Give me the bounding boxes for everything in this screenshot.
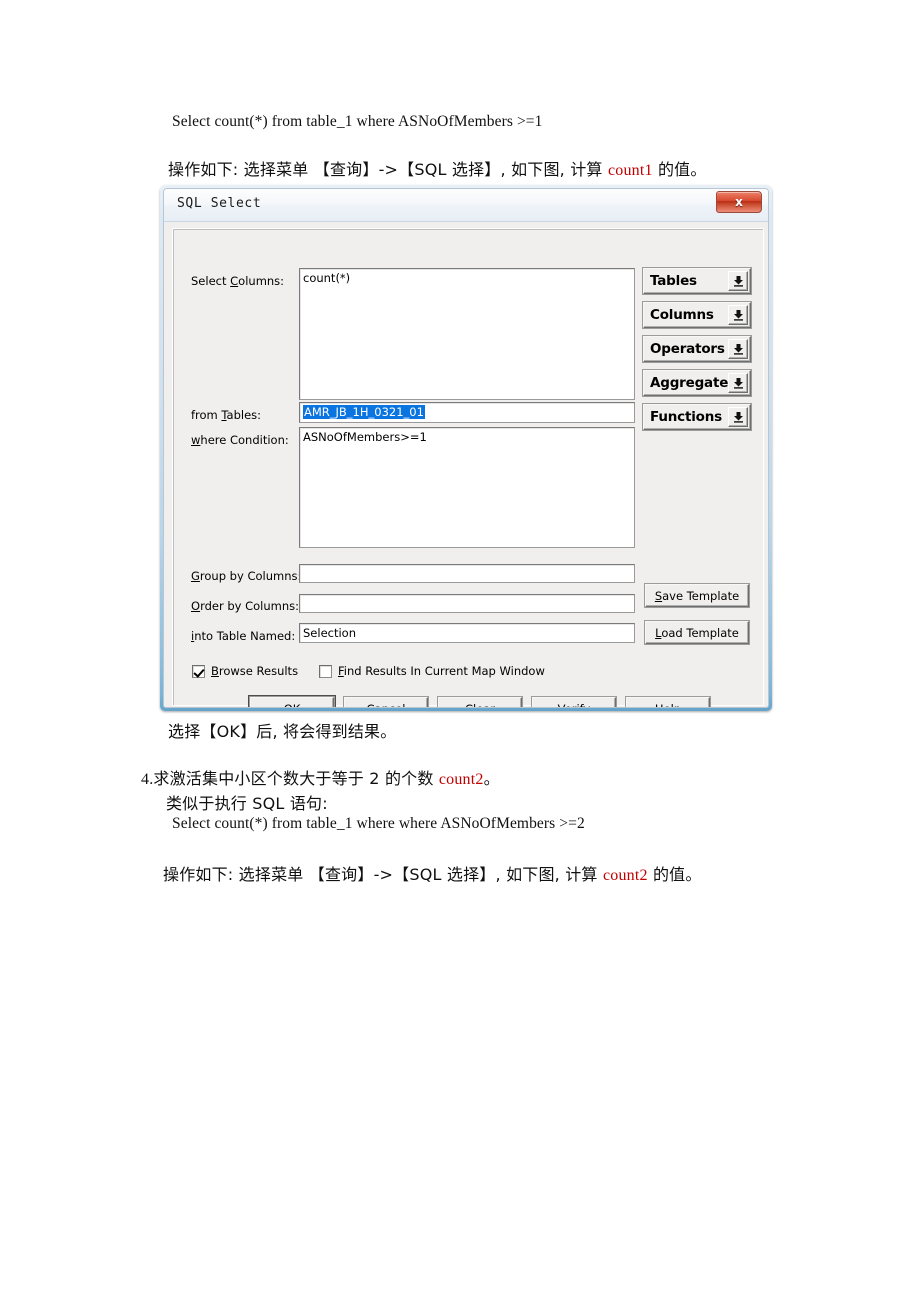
from-tables-label: from Tables: [191,408,261,422]
clear-pre: C [465,702,473,707]
order-by-label: Order by Columns: [191,599,299,613]
dialog-title: SQL Select [177,196,262,211]
chevron-down-icon[interactable] [728,271,748,291]
tables-dropdown-label: Tables [650,273,697,289]
aggregate-dropdown-label: Aggregate [650,375,729,391]
list-item-4: 4.求激活集中小区个数大于等于 2 的个数 count2。 [141,765,500,789]
select-columns-label-pre: Select [191,274,231,288]
into-table-label: into Table Named: [191,629,295,643]
group-by-input[interactable] [299,564,635,583]
chevron-down-icon[interactable] [728,407,748,427]
from-tables-selected-text: AMR_JB_1H_0321_01 [303,405,425,419]
help-button[interactable]: Help [626,697,710,707]
save-template-label: Save Template [655,589,739,603]
operators-dropdown-button[interactable]: Operators [643,336,751,362]
cancel-button[interactable]: Cancel [344,697,428,707]
find-results-checkbox[interactable] [319,664,332,678]
into-table-label-rest: nto Table Named: [194,629,296,643]
after-dialog-text: 选择【OK】后, 将会得到结果。 [168,722,397,741]
group-by-label: Group by Columns: [191,569,301,583]
group-by-label-accel: G [191,569,200,583]
load-template-label: Load Template [655,626,739,640]
where-condition-input[interactable]: ASNoOfMembers>=1 [299,427,635,548]
chevron-down-icon[interactable] [728,373,748,393]
paragraph-1-accent: count1 [607,162,653,179]
browse-results-label: Browse Results [211,664,298,678]
clear-button[interactable]: Clear [438,697,522,707]
aggregate-dropdown-button[interactable]: Aggregate [643,370,751,396]
where-condition-label-rest: here Condition: [200,433,289,447]
ok-button-label: OK [284,702,301,707]
sql-statement-2: Select count(*) from table_1 where where… [172,815,585,832]
from-tables-input[interactable]: AMR_JB_1H_0321_01 [299,402,635,423]
group-by-label-rest: roup by Columns: [199,569,302,583]
find-results-rest: ind Results In Current Map Window [343,664,545,678]
select-columns-label: Select Columns: [191,274,284,288]
find-results-checkbox-row[interactable]: Find Results In Current Map Window [319,664,545,678]
verify-accel: V [558,702,565,707]
load-template-button[interactable]: Load Template [645,621,749,644]
paragraph-1-pre: 操作如下: 选择菜单 【查询】->【SQL 选择】, 如下图, 计算 [168,160,608,179]
list-item-4-accent: count2 [438,771,484,788]
find-results-label: Find Results In Current Map Window [338,664,545,678]
from-tables-label-pre: from [191,408,222,422]
help-accel: H [655,702,664,707]
paragraph-2-post: 的值。 [647,865,702,884]
save-template-rest: ave Template [662,588,740,603]
functions-dropdown-button[interactable]: Functions [643,404,751,430]
into-table-input[interactable]: Selection [299,623,635,643]
browse-results-accel: B [211,664,219,678]
load-template-rest: oad Template [661,625,739,640]
list-item-4-number: 4. [141,771,154,788]
clear-post: ear [476,702,495,707]
cancel-button-label: Cancel [367,702,406,707]
browse-results-rest: rowse Results [218,664,299,678]
dialog-client: Select Columns: count(*) from Tables: AM… [164,222,768,707]
functions-dropdown-label: Functions [650,409,722,425]
operators-dropdown-label: Operators [650,341,725,357]
verify-button-label: Verify [558,702,591,707]
chevron-down-icon[interactable] [728,339,748,359]
clear-button-label: Clear [465,702,495,707]
list-item-4-sub: 类似于执行 SQL 语句: [166,794,328,813]
paragraph-2-accent: count2 [602,867,648,884]
ok-button[interactable]: OK [250,697,334,707]
verify-rest: erify [565,702,591,707]
where-condition-label-accel: w [191,433,201,447]
columns-dropdown-button[interactable]: Columns [643,302,751,328]
columns-dropdown-label: Columns [650,307,714,323]
help-rest: elp [664,702,682,707]
help-button-label: Help [655,702,682,707]
list-item-4-post: 。 [483,769,500,788]
from-tables-label-rest: ables: [226,408,262,422]
save-template-button[interactable]: Save Template [645,584,749,607]
tables-dropdown-button[interactable]: Tables [643,268,751,294]
browse-results-checkbox[interactable] [192,664,205,678]
browse-results-checkbox-row[interactable]: Browse Results [192,664,298,678]
paragraph-1: 操作如下: 选择菜单 【查询】->【SQL 选择】, 如下图, 计算 count… [168,156,707,180]
document-page: Select count(*) from table_1 where ASNoO… [0,0,920,1302]
paragraph-2: 操作如下: 选择菜单 【查询】->【SQL 选择】, 如下图, 计算 count… [163,861,702,885]
paragraph-1-post: 的值。 [652,160,707,179]
select-columns-label-rest: olumns: [238,274,285,288]
order-by-label-rest: rder by Columns: [200,599,300,613]
select-columns-label-accel: C [230,274,239,288]
dialog-titlebar[interactable]: SQL Select x [164,189,768,222]
sql-statement-1: Select count(*) from table_1 where ASNoO… [172,113,543,130]
paragraph-2-pre: 操作如下: 选择菜单 【查询】->【SQL 选择】, 如下图, 计算 [163,865,603,884]
select-columns-input[interactable]: count(*) [299,268,635,400]
dialog-inner: SQL Select x Select Columns: count(*) fr… [163,188,769,708]
order-by-label-accel: O [191,599,201,613]
close-icon: x [735,195,743,209]
order-by-input[interactable] [299,594,635,613]
list-item-4-pre: 求激活集中小区个数大于等于 2 的个数 [153,769,439,788]
close-button[interactable]: x [716,191,762,213]
chevron-down-icon[interactable] [728,305,748,325]
where-condition-label: where Condition: [191,433,289,447]
verify-button[interactable]: Verify [532,697,616,707]
sql-select-dialog: SQL Select x Select Columns: count(*) fr… [160,185,772,711]
